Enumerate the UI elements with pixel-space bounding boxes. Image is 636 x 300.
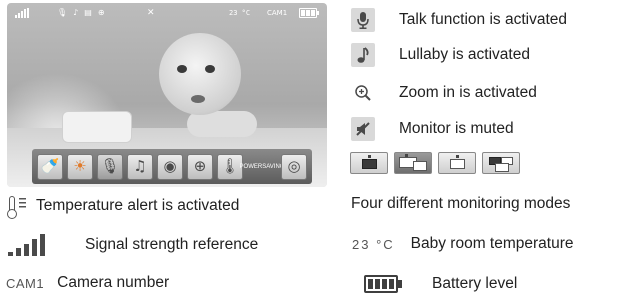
monitoring-modes [350, 152, 520, 174]
zoom-icon[interactable]: ⊕ [187, 153, 213, 180]
status-temperature: 23 °C [229, 9, 251, 17]
legend-modes-label: Four different monitoring modes [351, 195, 571, 212]
legend-lullaby-label: Lullaby is activated [399, 46, 530, 63]
thermometer-icon [6, 194, 28, 219]
mode-single-alt-icon [438, 152, 476, 174]
settings-icon[interactable]: ◎ [281, 153, 307, 180]
battery-icon [364, 275, 402, 293]
legend-signal: Signal strength reference [8, 234, 258, 256]
music-note-icon: ♪ [73, 8, 79, 17]
status-camera: CAM1 [267, 9, 288, 17]
speaker-muted-icon [351, 117, 375, 141]
legend-camera-label: Camera number [57, 274, 170, 291]
legend-zoom-label: Zoom in is activated [399, 84, 537, 101]
legend-battery-label: Battery level [432, 275, 518, 292]
power-saving-button[interactable]: POWER SAVING [240, 154, 285, 180]
legend-mute-label: Monitor is muted [399, 120, 514, 137]
mode-single-camera-icon [350, 152, 388, 174]
legend-talk-label: Talk function is activated [399, 11, 568, 28]
legend-battery: Battery level [364, 275, 517, 293]
music-note-icon [351, 43, 375, 67]
pillow [62, 111, 132, 143]
zoom-icon: ⊕ [97, 8, 105, 17]
legend-signal-label: Signal strength reference [85, 236, 259, 253]
camera-icon[interactable]: ◉ [157, 153, 183, 180]
menu-bar: 🍼 ☀ 🎙 ♫ ◉ ⊕ 🌡 POWER SAVING ◎ [32, 149, 312, 184]
zoom-in-icon [351, 81, 375, 105]
legend-temp-alert-label: Temperature alert is activated [36, 197, 240, 214]
legend-camera: CAM1 Camera number [6, 274, 169, 292]
room-temperature-chip: 23 °C [352, 236, 395, 252]
legend-zoom: Zoom in is activated [351, 81, 537, 105]
baby-eye-left [177, 65, 187, 73]
talk-icon[interactable]: 🎙 [97, 153, 123, 180]
signal-icon [15, 8, 29, 18]
legend-talk: Talk function is activated [351, 8, 567, 32]
brightness-icon[interactable]: ☀ [67, 153, 93, 180]
monitor-screen: 🎙 ♪ ▤ ⊕ ✕ 23 °C CAM1 🍼 ☀ 🎙 ♫ ◉ ⊕ 🌡 POWER… [7, 3, 327, 187]
signal-strength-icon [8, 234, 45, 256]
mode-pip-icon [394, 152, 432, 174]
power-saving-label: POWER [239, 163, 263, 170]
baby-eye-right [205, 65, 215, 73]
legend-room-temp-label: Baby room temperature [410, 235, 574, 252]
microphone-icon: 🎙 [57, 8, 68, 17]
bottle-icon[interactable]: 🍼 [37, 153, 63, 180]
legend-room-temp: 23 °C Baby room temperature [352, 235, 574, 253]
baby-mouth [191, 95, 205, 103]
mute-icon: ✕ [147, 8, 155, 18]
status-bar: 🎙 ♪ ▤ ⊕ ✕ 23 °C CAM1 [7, 3, 327, 25]
camera-number-chip: CAM1 [6, 275, 45, 291]
thermometer-icon: ▤ [84, 8, 92, 17]
legend-mute: Monitor is muted [351, 117, 514, 141]
legend-temp-alert: Temperature alert is activated [6, 194, 240, 219]
battery-icon [299, 8, 319, 18]
legend-lullaby: Lullaby is activated [351, 43, 530, 67]
lullaby-icon[interactable]: ♫ [127, 153, 153, 180]
mode-quad-icon [482, 152, 520, 174]
status-icons: 🎙 ♪ ▤ ⊕ [57, 8, 105, 18]
microphone-icon [351, 8, 375, 32]
